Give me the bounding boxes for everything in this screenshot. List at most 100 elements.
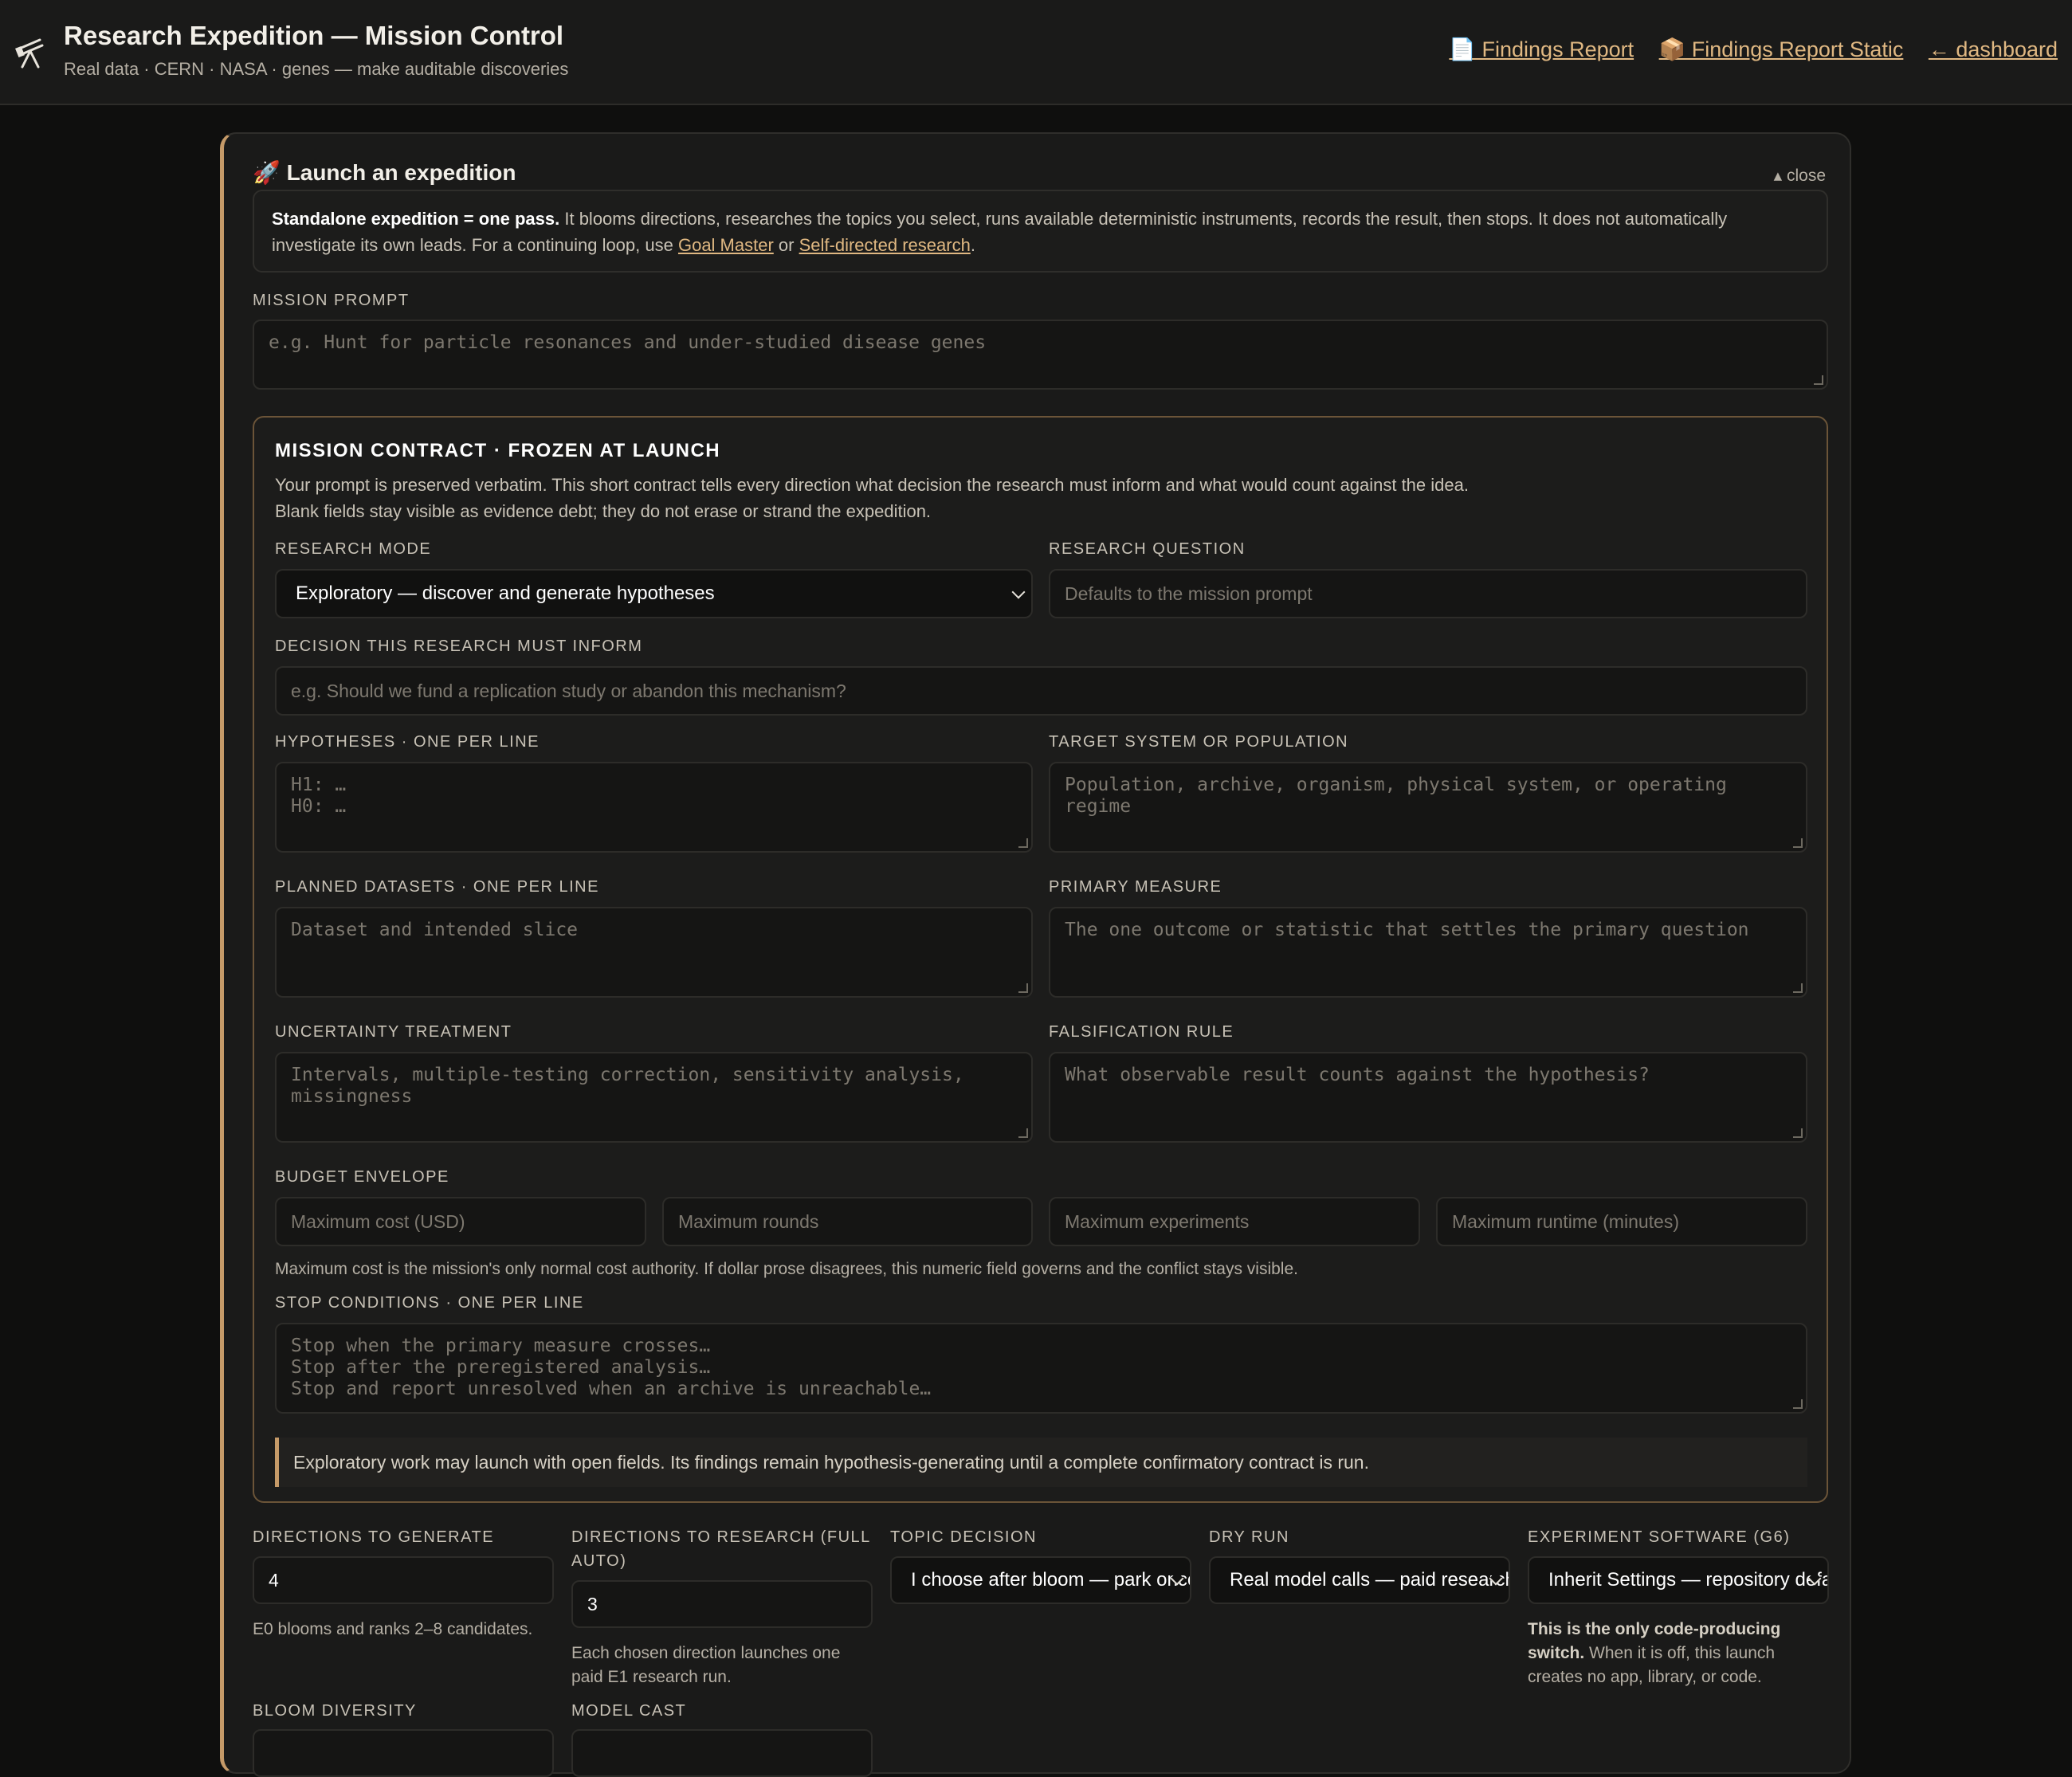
max-runtime-placeholder: Maximum runtime (minutes): [1452, 1210, 1679, 1232]
directions-research-hint-2: paid E1 research run.: [571, 1668, 732, 1686]
top-bar: Research Expedition — Mission Control Re…: [0, 0, 2072, 105]
decision-placeholder: e.g. Should we fund a replication study …: [291, 680, 846, 701]
dry-run-value: Real model calls — paid research: [1230, 1569, 1510, 1591]
resize-handle-icon[interactable]: [1018, 983, 1028, 993]
research-question-placeholder: Defaults to the mission prompt: [1065, 583, 1313, 604]
max-rounds-input[interactable]: Maximum rounds: [662, 1197, 1033, 1246]
max-experiments-input[interactable]: Maximum experiments: [1049, 1197, 1420, 1246]
decision-label: DECISION THIS RESEARCH MUST INFORM: [275, 637, 643, 655]
max-rounds-placeholder: Maximum rounds: [678, 1210, 819, 1232]
experiment-software-hint-3: creates no app, library, or code.: [1528, 1668, 1762, 1686]
primary-measure-placeholder: The one outcome or statistic that settle…: [1065, 920, 1749, 940]
max-runtime-input[interactable]: Maximum runtime (minutes): [1436, 1197, 1807, 1246]
resize-handle-icon[interactable]: [1018, 1128, 1028, 1138]
resize-handle-icon[interactable]: [1018, 838, 1028, 848]
launch-panel: 🚀 Launch an expedition ▴ close Standalon…: [220, 132, 1851, 1777]
experiment-software-hint-2: switch. When it is off, this launch: [1528, 1642, 1775, 1665]
research-mode-label: RESEARCH MODE: [275, 540, 432, 558]
resize-handle-icon[interactable]: [1793, 838, 1803, 848]
hypotheses-placeholder: H1: … H0: …: [291, 775, 347, 817]
research-mode-value: Exploratory — discover and generate hypo…: [296, 583, 715, 604]
research-question-label: RESEARCH QUESTION: [1049, 540, 1246, 558]
experiment-software-select[interactable]: Inherit Settings — repository default: [1528, 1556, 1829, 1604]
stop-conditions-placeholder: Stop when the primary measure crosses… S…: [291, 1336, 932, 1399]
directions-research-hint-1: Each chosen direction launches one: [571, 1644, 841, 1662]
topic-decision-label: TOPIC DECISION: [890, 1528, 1037, 1546]
falsification-textarea[interactable]: What observable result counts against th…: [1049, 1052, 1807, 1143]
experiment-software-hint-1: This is the only code-producing: [1528, 1618, 1780, 1642]
page-title: Research Expedition — Mission Control: [64, 21, 564, 50]
dry-run-label: DRY RUN: [1209, 1528, 1289, 1546]
resize-handle-icon[interactable]: [1814, 375, 1823, 385]
contract-desc-2: Blank fields stay visible as evidence de…: [275, 501, 932, 521]
datasets-textarea[interactable]: Dataset and intended slice: [275, 907, 1033, 998]
target-placeholder: Population, archive, organism, physical …: [1065, 775, 1727, 817]
max-cost-placeholder: Maximum cost (USD): [291, 1210, 465, 1232]
primary-measure-label: PRIMARY MEASURE: [1049, 878, 1222, 896]
topic-decision-value: I choose after bloom — park once: [911, 1569, 1191, 1591]
model-cast-input[interactable]: [571, 1729, 873, 1777]
note-or: or: [773, 235, 799, 255]
stop-conditions-label: STOP CONDITIONS · ONE PER LINE: [275, 1294, 584, 1312]
uncertainty-textarea[interactable]: Intervals, multiple-testing correction, …: [275, 1052, 1033, 1143]
launch-heading: 🚀 Launch an expedition: [253, 160, 516, 185]
note-bold: Standalone expedition = one pass.: [272, 209, 560, 229]
budget-label: BUDGET ENVELOPE: [275, 1168, 449, 1186]
research-question-input[interactable]: Defaults to the mission prompt: [1049, 569, 1807, 618]
goal-master-link[interactable]: Goal Master: [678, 235, 774, 255]
contract-desc-1: Your prompt is preserved verbatim. This …: [275, 475, 1469, 495]
topic-decision-select[interactable]: I choose after bloom — park once: [890, 1556, 1191, 1604]
hint-text-2: When it is off, this launch: [1584, 1644, 1776, 1662]
dry-run-select[interactable]: Real model calls — paid research: [1209, 1556, 1510, 1604]
chevron-down-icon: [1011, 585, 1026, 599]
experiment-software-value: Inherit Settings — repository default: [1548, 1569, 1829, 1591]
uncertainty-label: UNCERTAINTY TREATMENT: [275, 1023, 512, 1041]
hypotheses-textarea[interactable]: H1: … H0: …: [275, 762, 1033, 853]
directions-generate-hint: E0 blooms and ranks 2–8 candidates.: [253, 1620, 533, 1638]
stop-conditions-textarea[interactable]: Stop when the primary measure crosses… S…: [275, 1323, 1807, 1414]
target-textarea[interactable]: Population, archive, organism, physical …: [1049, 762, 1807, 853]
hint-bold-1: This is the only code-producing: [1528, 1620, 1781, 1638]
note-end: .: [970, 235, 975, 255]
hypotheses-label: HYPOTHESES · ONE PER LINE: [275, 733, 540, 751]
experiment-software-label: EXPERIMENT SOFTWARE (G6): [1528, 1528, 1791, 1546]
header-links: 📄 Findings Report 📦 Findings Report Stat…: [1430, 37, 2058, 62]
research-mode-select[interactable]: Exploratory — discover and generate hypo…: [275, 569, 1033, 618]
falsification-placeholder: What observable result counts against th…: [1065, 1065, 1650, 1085]
bloom-diversity-label: BLOOM DIVERSITY: [253, 1702, 417, 1720]
mission-prompt-input[interactable]: e.g. Hunt for particle resonances and un…: [253, 320, 1828, 390]
model-cast-label: MODEL CAST: [571, 1702, 687, 1720]
resize-handle-icon[interactable]: [1793, 1128, 1803, 1138]
primary-measure-textarea[interactable]: The one outcome or statistic that settle…: [1049, 907, 1807, 998]
findings-report-static-link[interactable]: 📦 Findings Report Static: [1659, 37, 1904, 61]
self-directed-research-link[interactable]: Self-directed research: [799, 235, 971, 255]
findings-report-link[interactable]: 📄 Findings Report: [1449, 37, 1634, 61]
directions-generate-value: 4: [269, 1569, 279, 1591]
contract-title: MISSION CONTRACT · FROZEN AT LAUNCH: [275, 440, 721, 461]
telescope-icon: [15, 38, 44, 69]
page-subtitle: Real data · CERN · NASA · genes — make a…: [64, 59, 569, 79]
resize-handle-icon[interactable]: [1793, 1399, 1803, 1409]
hint-bold-2: switch.: [1528, 1644, 1585, 1662]
decision-input[interactable]: e.g. Should we fund a replication study …: [275, 666, 1807, 716]
mission-contract: MISSION CONTRACT · FROZEN AT LAUNCH Your…: [253, 416, 1828, 1503]
close-button[interactable]: ▴ close: [1774, 166, 1826, 186]
directions-generate-label: DIRECTIONS TO GENERATE: [253, 1528, 495, 1546]
standalone-note: Standalone expedition = one pass. It blo…: [253, 190, 1828, 273]
budget-hint: Maximum cost is the mission's only norma…: [275, 1260, 1298, 1278]
exploratory-callout: Exploratory work may launch with open fi…: [275, 1438, 1807, 1487]
directions-generate-input[interactable]: 4: [253, 1556, 554, 1604]
datasets-placeholder: Dataset and intended slice: [291, 920, 579, 940]
directions-research-label-1: DIRECTIONS TO RESEARCH (FULL: [571, 1528, 871, 1546]
max-experiments-placeholder: Maximum experiments: [1065, 1210, 1250, 1232]
datasets-label: PLANNED DATASETS · ONE PER LINE: [275, 878, 599, 896]
dashboard-link[interactable]: ← dashboard: [1929, 37, 2058, 61]
uncertainty-placeholder: Intervals, multiple-testing correction, …: [291, 1065, 964, 1107]
resize-handle-icon[interactable]: [1793, 983, 1803, 993]
target-label: TARGET SYSTEM OR POPULATION: [1049, 733, 1349, 751]
directions-research-input[interactable]: 3: [571, 1580, 873, 1628]
directions-research-label-2: AUTO): [571, 1552, 627, 1570]
max-cost-input[interactable]: Maximum cost (USD): [275, 1197, 646, 1246]
bloom-diversity-input[interactable]: [253, 1729, 554, 1777]
falsification-label: FALSIFICATION RULE: [1049, 1023, 1234, 1041]
